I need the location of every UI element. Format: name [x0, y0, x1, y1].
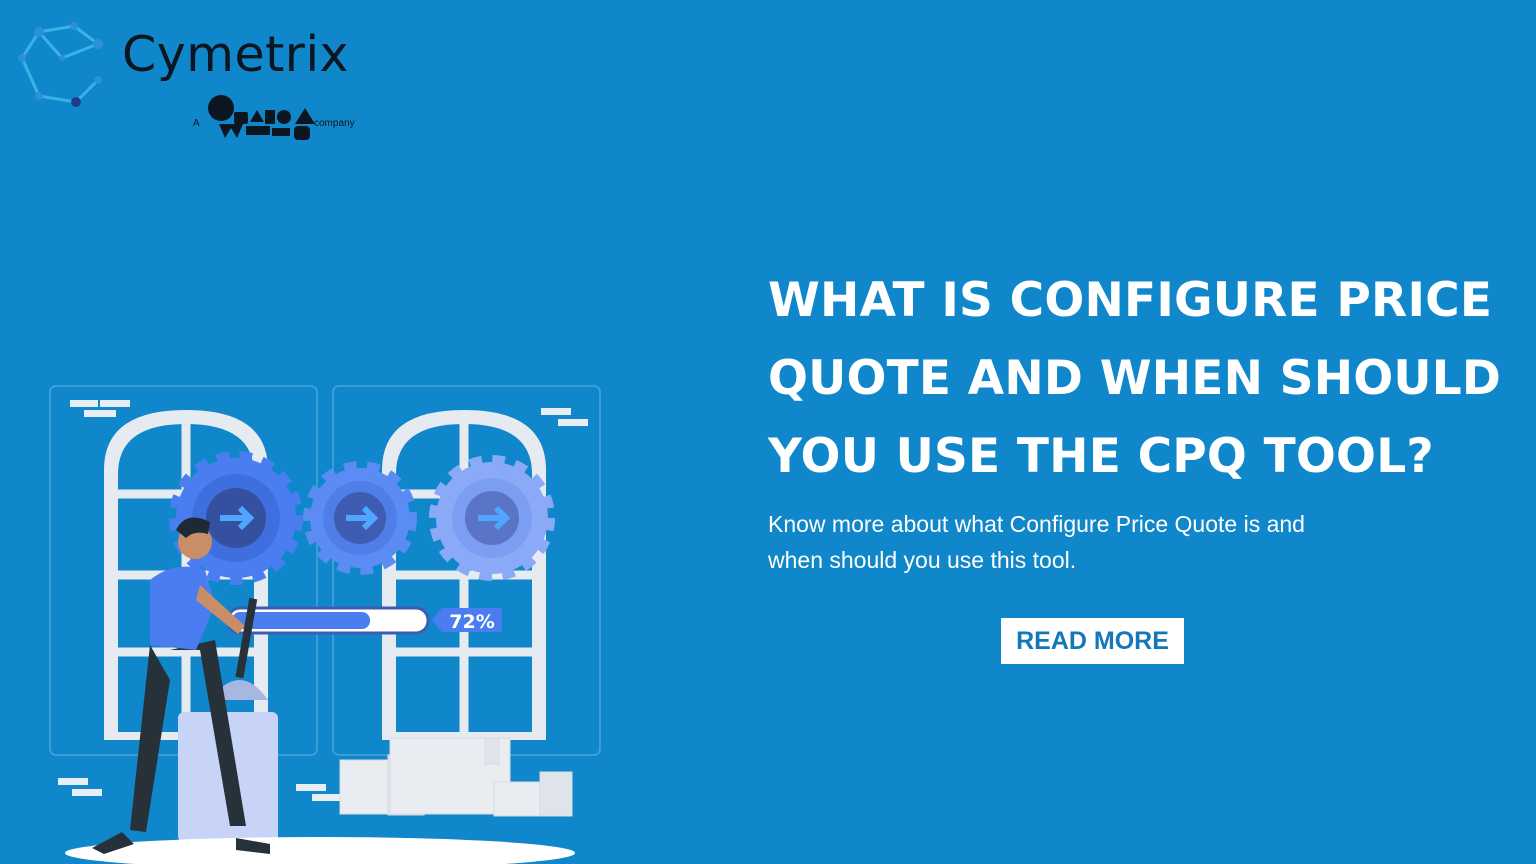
- brand-sub-suffix: company: [314, 118, 355, 129]
- brand-sub-prefix: A: [193, 118, 200, 129]
- brand-name: Cymetrix: [122, 26, 350, 83]
- read-more-button[interactable]: READ MORE: [1001, 618, 1184, 664]
- page-title: WHAT IS CONFIGURE PRICE QUOTE AND WHEN S…: [768, 273, 1502, 484]
- page-subtitle: Know more about what Configure Price Quo…: [768, 511, 1305, 573]
- cpq-illustration: 72%: [49, 385, 601, 864]
- progress-label: 72%: [449, 611, 494, 633]
